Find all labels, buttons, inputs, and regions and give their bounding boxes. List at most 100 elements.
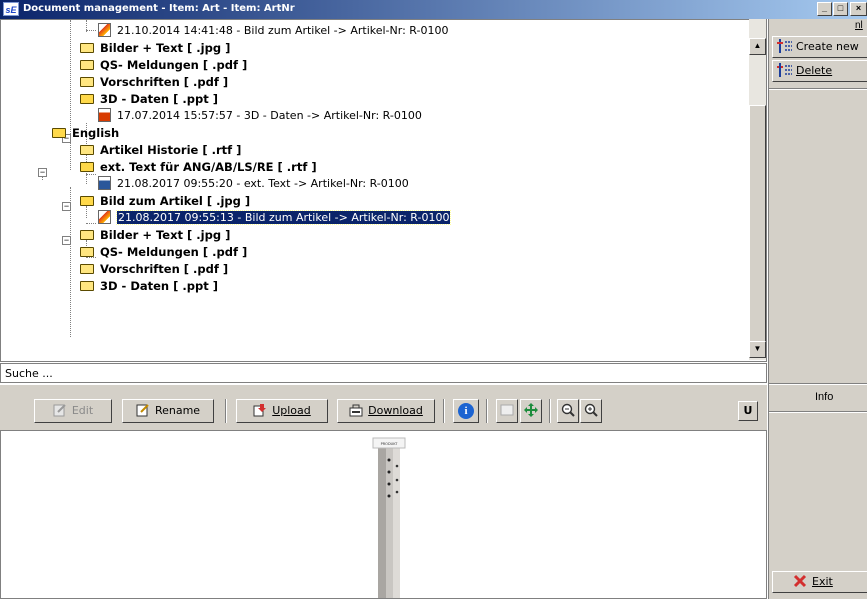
zoom-in-button[interactable] — [580, 399, 602, 423]
scroll-up-arrow[interactable]: ▲ — [749, 38, 766, 55]
tree-item-label: Artikel Historie [ .rtf ] — [100, 143, 242, 157]
collapse-toggle[interactable]: − — [62, 202, 71, 211]
tree-folder-item[interactable]: 3D - Daten [ .ppt ] — [80, 278, 218, 294]
search-input[interactable]: Suche ... — [0, 363, 767, 383]
panel-separator — [769, 88, 867, 90]
window-title: Document management - Item: Art - Item: … — [23, 3, 295, 14]
create-new-button[interactable]: Create new — [772, 36, 867, 58]
toolbar-separator — [486, 399, 488, 423]
tree-file-item[interactable]: 21.10.2014 14:41:48 - Bild zum Artikel -… — [98, 23, 448, 39]
toolbar-separator — [443, 399, 445, 423]
document-tree[interactable]: − − − − 21.10.2014 14:41:48 - Bild zum A… — [0, 19, 767, 362]
tree-scrollbar[interactable]: ▲ ▼ — [749, 19, 766, 360]
toolbar-separator — [549, 399, 551, 423]
delete-icon — [777, 63, 792, 77]
panel-separator — [769, 383, 867, 385]
product-label: PRODUKT — [381, 442, 399, 446]
tree-folder-item[interactable]: Vorschriften [ .pdf ] — [80, 261, 228, 277]
download-label: Download — [368, 404, 423, 417]
tree-folder-item[interactable]: QS- Meldungen [ .pdf ] — [80, 244, 247, 260]
info-button[interactable]: i — [453, 399, 479, 423]
upload-button[interactable]: Upload — [236, 399, 328, 423]
zoom-out-icon — [561, 403, 575, 417]
tree-folder-item[interactable]: Artikel Historie [ .rtf ] — [80, 142, 241, 158]
info-label: Info — [815, 391, 834, 403]
folder-icon — [80, 280, 94, 291]
word-file-icon — [98, 176, 111, 190]
tree-folder-item[interactable]: 3D - Daten [ .ppt ] — [80, 91, 218, 107]
top-right-link[interactable]: nl — [855, 20, 863, 31]
folder-icon — [80, 76, 94, 87]
image-file-icon — [98, 23, 111, 37]
folder-icon — [80, 144, 94, 155]
rename-icon — [136, 403, 150, 417]
collapse-toggle[interactable]: − — [38, 168, 47, 177]
tree-item-label: QS- Meldungen [ .pdf ] — [100, 245, 248, 259]
minimize-button[interactable]: _ — [817, 2, 832, 16]
tree-folder-item[interactable]: Bilder + Text [ .jpg ] — [80, 227, 230, 243]
folder-icon — [80, 263, 94, 274]
tree-folder-item[interactable]: Vorschriften [ .pdf ] — [80, 74, 228, 90]
ppt-file-icon — [98, 108, 111, 122]
tree-item-label: 3D - Daten [ .ppt ] — [100, 92, 218, 106]
rename-label: Rename — [154, 404, 201, 417]
fit-window-icon — [500, 403, 514, 417]
title-bar: sE Document management - Item: Art - Ite… — [0, 0, 867, 19]
scroll-thumb[interactable] — [749, 105, 766, 343]
tree-item-label: Bilder + Text [ .jpg ] — [100, 41, 231, 55]
u-button[interactable]: U — [738, 401, 758, 421]
open-folder-icon — [80, 161, 94, 172]
zoom-in-icon — [584, 403, 598, 417]
create-new-icon — [777, 39, 792, 53]
move-button[interactable] — [520, 399, 542, 423]
tree-folder-item[interactable]: Bild zum Artikel [ .jpg ] — [80, 193, 250, 209]
tree-file-item[interactable]: 21.08.2017 09:55:20 - ext. Text -> Artik… — [98, 176, 409, 192]
info-icon: i — [458, 403, 474, 419]
zoom-out-button[interactable] — [557, 399, 579, 423]
open-folder-icon — [80, 195, 94, 206]
tree-item-label: 17.07.2014 15:57:57 - 3D - Daten -> Arti… — [117, 109, 422, 122]
fit-icon-button[interactable] — [496, 399, 518, 423]
tree-file-item-selected[interactable]: 21.08.2017 09:55:13 - Bild zum Artikel -… — [98, 210, 452, 226]
download-button[interactable]: Download — [337, 399, 435, 423]
tree-item-label: 21.08.2017 09:55:13 - Bild zum Artikel -… — [115, 210, 452, 225]
image-file-icon — [98, 210, 111, 224]
collapse-toggle[interactable]: − — [62, 236, 71, 245]
tree-file-item[interactable]: 17.07.2014 15:57:57 - 3D - Daten -> Arti… — [98, 108, 422, 124]
maximize-button[interactable]: □ — [833, 2, 848, 16]
tree-item-label: Vorschriften [ .pdf ] — [100, 262, 229, 276]
panel-separator — [769, 411, 867, 413]
upload-icon — [253, 403, 267, 417]
tree-line — [70, 20, 71, 170]
delete-label: Delete — [796, 64, 833, 77]
tree-folder-item[interactable]: ext. Text für ANG/AB/LS/RE [ .rtf ] — [80, 159, 317, 175]
tree-item-label: Vorschriften [ .pdf ] — [100, 75, 229, 89]
document-toolbar: Edit Rename Upload Download i U — [0, 384, 767, 430]
tree-folder-item[interactable]: English — [52, 125, 119, 141]
create-new-label: Create new — [796, 40, 859, 53]
tree-item-label: Bilder + Text [ .jpg ] — [100, 228, 231, 242]
edit-icon — [53, 403, 67, 417]
tree-item-label: ext. Text für ANG/AB/LS/RE [ .rtf ] — [100, 160, 317, 174]
toolbar-separator — [225, 399, 227, 423]
open-folder-icon — [52, 127, 66, 138]
image-preview: PRODUKT — [0, 430, 767, 599]
tree-item-label: 3D - Daten [ .ppt ] — [100, 279, 218, 293]
folder-icon — [80, 59, 94, 70]
tree-folder-item[interactable]: Bilder + Text [ .jpg ] — [80, 40, 230, 56]
tree-item-label: Bild zum Artikel [ .jpg ] — [100, 194, 251, 208]
scroll-down-arrow[interactable]: ▼ — [749, 341, 766, 358]
edit-label: Edit — [71, 404, 94, 417]
close-button[interactable]: × — [850, 2, 867, 16]
rename-button[interactable]: Rename — [122, 399, 214, 423]
folder-icon — [80, 246, 94, 257]
open-folder-icon — [80, 93, 94, 104]
download-icon — [349, 403, 363, 417]
exit-icon — [793, 574, 808, 588]
delete-button[interactable]: Delete — [772, 60, 867, 82]
exit-button[interactable]: Exit — [772, 571, 867, 593]
tree-item-label: English — [72, 126, 120, 140]
tree-folder-item[interactable]: QS- Meldungen [ .pdf ] — [80, 57, 247, 73]
edit-button[interactable]: Edit — [34, 399, 112, 423]
tree-item-label: 21.08.2017 09:55:20 - ext. Text -> Artik… — [117, 177, 409, 190]
